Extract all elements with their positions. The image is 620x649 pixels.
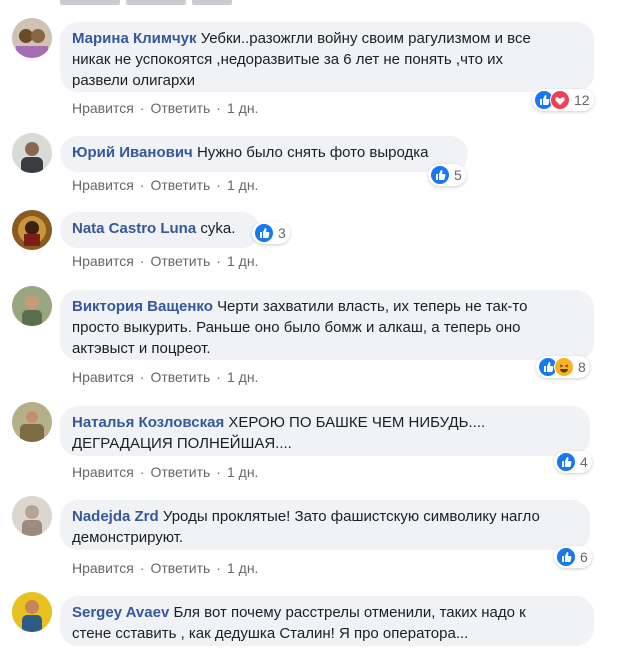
reaction-summary[interactable]: 6 — [554, 546, 592, 568]
reaction-count: 5 — [454, 167, 462, 183]
like-link[interactable]: Нравится — [72, 100, 134, 116]
avatar[interactable] — [12, 592, 52, 632]
reply-link[interactable]: Ответить — [150, 369, 210, 385]
separator: · — [139, 560, 145, 576]
reaction-count: 4 — [580, 454, 588, 470]
comment-bubble: Sergey Avaev Бля вот почему расстрелы от… — [60, 596, 594, 646]
timestamp[interactable]: 1 дн. — [227, 369, 258, 385]
separator: · — [216, 369, 221, 385]
like-link[interactable]: Нравится — [72, 177, 134, 193]
avatar[interactable] — [12, 210, 52, 250]
separator: · — [216, 100, 221, 116]
separator: · — [216, 177, 221, 193]
like-link[interactable]: Нравится — [72, 253, 134, 269]
avatar[interactable] — [12, 402, 52, 442]
separator: · — [139, 253, 145, 269]
like-icon — [556, 452, 576, 472]
comment-actions: Нравится · Ответить · 1 дн. — [72, 253, 258, 269]
separator: · — [139, 369, 145, 385]
comment-actions: Нравится · Ответить · 1 дн. — [72, 560, 258, 576]
like-link[interactable]: Нравится — [72, 560, 134, 576]
comment-author[interactable]: Юрий Иванович — [72, 144, 193, 161]
separator: · — [139, 464, 145, 480]
reply-link[interactable]: Ответить — [150, 177, 210, 193]
reply-link[interactable]: Ответить — [150, 560, 210, 576]
like-icon — [430, 165, 450, 185]
reaction-summary[interactable]: 12 — [532, 89, 594, 111]
timestamp[interactable]: 1 дн. — [227, 464, 258, 480]
reaction-summary[interactable]: 5 — [428, 164, 466, 186]
separator: · — [139, 100, 145, 116]
reaction-summary[interactable]: 8 — [536, 356, 590, 378]
comment-bubble: Юрий Иванович Нужно было снять фото выро… — [60, 136, 468, 172]
separator: · — [139, 177, 145, 193]
timestamp[interactable]: 1 дн. — [227, 177, 258, 193]
comment-actions: Нравится · Ответить · 1 дн. — [72, 100, 258, 116]
comment-bubble: Марина Климчук Уебки..разожгли войну сво… — [60, 22, 594, 92]
comment-bubble: Nata Castro Luna cyka. — [60, 212, 260, 248]
comment-bubble: Наталья Козловская ХЕРОЮ ПО БАШКЕ ЧЕМ НИ… — [60, 406, 590, 456]
haha-icon — [554, 357, 574, 377]
avatar[interactable] — [12, 496, 52, 536]
reaction-count: 8 — [578, 359, 586, 375]
reply-link[interactable]: Ответить — [150, 464, 210, 480]
avatar[interactable] — [12, 286, 52, 326]
comment-actions: Нравится · Ответить · 1 дн. — [72, 369, 258, 385]
heart-icon — [550, 90, 570, 110]
timestamp[interactable]: 1 дн. — [227, 100, 258, 116]
like-icon — [254, 223, 274, 243]
comment-author[interactable]: Виктория Ващенко — [72, 298, 213, 315]
reaction-count: 6 — [580, 549, 588, 565]
separator: · — [216, 253, 221, 269]
timestamp[interactable]: 1 дн. — [227, 560, 258, 576]
like-link[interactable]: Нравится — [72, 464, 134, 480]
comment-author[interactable]: Nata Castro Luna — [72, 220, 196, 237]
separator: · — [216, 560, 221, 576]
comment-author[interactable]: Марина Климчук — [72, 30, 197, 47]
timestamp[interactable]: 1 дн. — [227, 253, 258, 269]
like-icon — [556, 547, 576, 567]
comment-text: cyka. — [200, 220, 236, 237]
reply-link[interactable]: Ответить — [150, 253, 210, 269]
reaction-summary[interactable]: 3 — [252, 222, 290, 244]
comment-actions: Нравится · Ответить · 1 дн. — [72, 464, 258, 480]
comment-author[interactable]: Наталья Козловская — [72, 414, 224, 431]
previous-comment-actions — [60, 0, 260, 5]
comment-text: Нужно было снять фото выродка — [196, 144, 429, 161]
reaction-count: 12 — [574, 92, 590, 108]
reply-link[interactable]: Ответить — [150, 100, 210, 116]
like-link[interactable]: Нравится — [72, 369, 134, 385]
comment-bubble: Виктория Ващенко Черти захватили власть,… — [60, 290, 594, 360]
reaction-summary[interactable]: 4 — [554, 451, 592, 473]
reaction-count: 3 — [278, 225, 286, 241]
comment-bubble: Nadejda Zrd Уроды проклятые! Зато фашист… — [60, 500, 590, 550]
comment-author[interactable]: Sergey Avaev — [72, 604, 169, 621]
avatar[interactable] — [12, 133, 52, 173]
comment-actions: Нравится · Ответить · 1 дн. — [72, 177, 258, 193]
comment-author[interactable]: Nadejda Zrd — [72, 508, 159, 525]
separator: · — [216, 464, 221, 480]
avatar[interactable] — [12, 18, 52, 58]
